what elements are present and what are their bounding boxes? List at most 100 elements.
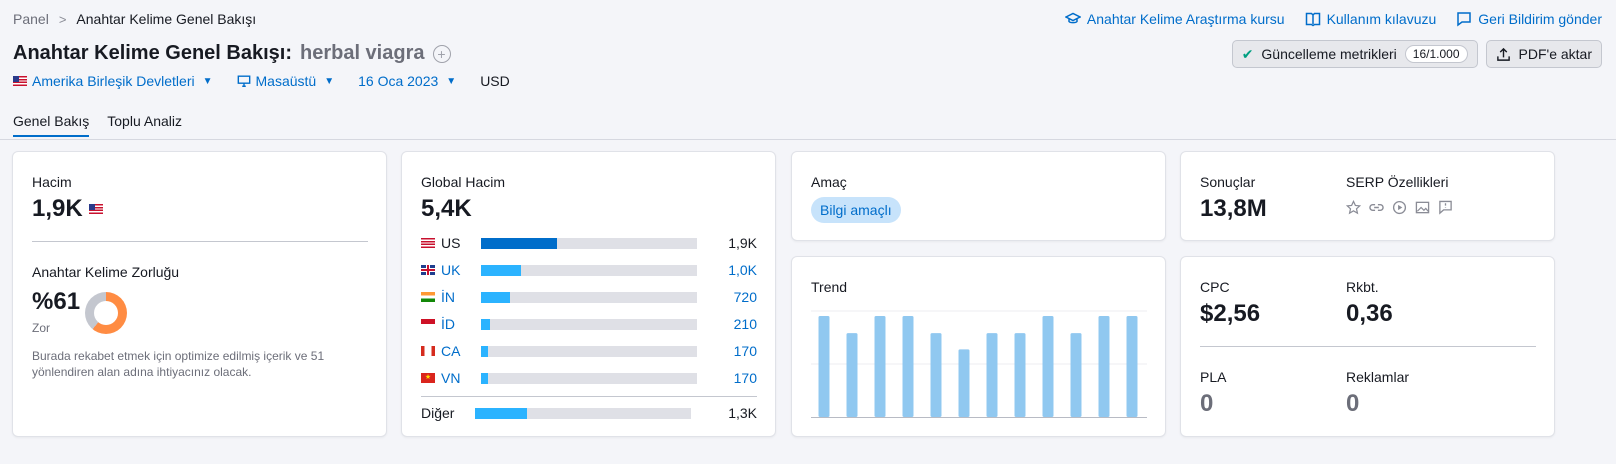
- date-select-label: 16 Oca 2023: [358, 73, 439, 89]
- upload-icon: [1496, 47, 1510, 61]
- trend-chart: [811, 310, 1147, 418]
- competition-label: Rkbt.: [1346, 279, 1379, 295]
- feedback-link-label: Geri Bildirim gönder: [1478, 11, 1602, 27]
- id-flag-icon: [421, 319, 435, 329]
- global-volume-row-id[interactable]: İD 210: [421, 315, 757, 333]
- other-volume: 1,3K: [728, 405, 757, 421]
- update-metrics-label: Güncelleme metrikleri: [1261, 46, 1397, 62]
- ads-value: 0: [1346, 390, 1360, 417]
- trend-bar[interactable]: [930, 333, 942, 417]
- global-volume-row-in[interactable]: İN 720: [421, 288, 757, 306]
- feedback-link[interactable]: Geri Bildirim gönder: [1456, 11, 1602, 27]
- volume-bar-track: [481, 237, 697, 249]
- link-icon[interactable]: [1369, 200, 1384, 215]
- global-volume-label: Global Hacim: [421, 174, 506, 190]
- volume-bar-track: [481, 264, 697, 276]
- cpc-label: CPC: [1200, 279, 1230, 295]
- course-link[interactable]: Anahtar Kelime Araştırma kursu: [1064, 11, 1285, 27]
- results-value: 13,8M: [1200, 195, 1267, 222]
- trend-bar[interactable]: [1098, 316, 1110, 417]
- manual-link-label: Kullanım kılavuzu: [1326, 11, 1437, 27]
- ads-label: Reklamlar: [1346, 369, 1410, 385]
- intent-card: Amaç Bilgi amaçlı: [791, 151, 1166, 241]
- play-icon[interactable]: [1392, 200, 1407, 215]
- country-select[interactable]: Amerika Birleşik Devletleri ▼: [13, 73, 213, 89]
- trend-card: Trend: [791, 256, 1166, 437]
- other-label: Diğer: [421, 405, 455, 421]
- vn-flag-icon: ★: [421, 373, 435, 383]
- volume-value: 1,9K: [32, 195, 103, 223]
- trend-bar[interactable]: [958, 349, 970, 417]
- date-select[interactable]: 16 Oca 2023 ▼: [358, 73, 456, 89]
- tabs: Genel Bakış Toplu Analiz: [13, 113, 182, 137]
- divider: [421, 396, 757, 397]
- volume-bar-fill: [475, 407, 527, 419]
- cpc-value: $2,56: [1200, 300, 1261, 327]
- desktop-icon: [237, 75, 250, 87]
- intent-label: Amaç: [811, 174, 847, 190]
- faq-icon[interactable]: [1438, 200, 1453, 215]
- kd-donut-chart: [85, 292, 127, 334]
- breadcrumb-separator-icon: >: [58, 11, 67, 27]
- device-select[interactable]: Masaüstü ▼: [237, 73, 334, 89]
- trend-bar[interactable]: [818, 316, 830, 417]
- kd-description: Burada rekabet etmek için optimize edilm…: [32, 349, 325, 379]
- volume-bar-fill: [481, 291, 511, 303]
- volume-bar-fill: [481, 237, 557, 249]
- tab-overview[interactable]: Genel Bakış: [13, 113, 90, 137]
- global-volume-row-ca[interactable]: CA 170: [421, 342, 757, 360]
- country-volume: 170: [733, 343, 757, 359]
- volume-bar-fill: [481, 372, 488, 384]
- trend-bar[interactable]: [1042, 316, 1054, 417]
- page-title: Anahtar Kelime Genel Bakışı: herbal viag…: [13, 42, 451, 65]
- global-volume-card: Global Hacim 5,4K US 1,9K UK 1,0K İN 720 İD 210…: [401, 151, 776, 437]
- trend-bar[interactable]: [1126, 316, 1138, 417]
- country-volume: 720: [733, 289, 757, 305]
- kd-value: %61: [32, 288, 81, 315]
- update-count-badge: 16/1.000: [1404, 45, 1468, 63]
- manual-link[interactable]: Kullanım kılavuzu: [1305, 11, 1437, 27]
- country-select-label: Amerika Birleşik Devletleri: [32, 73, 195, 89]
- trend-bar[interactable]: [874, 316, 886, 417]
- image-icon[interactable]: [1415, 200, 1430, 215]
- update-metrics-button[interactable]: ✔ Güncelleme metrikleri 16/1.000: [1231, 40, 1478, 68]
- trend-bar[interactable]: [902, 316, 914, 417]
- trend-label: Trend: [811, 279, 848, 295]
- intent-badge: Bilgi amaçlı: [811, 197, 901, 223]
- serp-features-icons: [1346, 200, 1453, 215]
- country-code: US: [441, 235, 461, 251]
- kd-label: Anahtar Kelime Zorluğu: [32, 264, 180, 280]
- check-icon: ✔: [1241, 45, 1254, 62]
- global-volume-row-vn[interactable]: ★ VN 170: [421, 369, 757, 387]
- star-icon[interactable]: [1346, 200, 1361, 215]
- country-code: İD: [441, 316, 455, 332]
- trend-bar[interactable]: [1014, 333, 1026, 417]
- uk-flag-icon: [421, 265, 435, 275]
- trend-bar[interactable]: [986, 333, 998, 417]
- device-select-label: Masaüstü: [255, 73, 317, 89]
- cpc-card: CPC $2,56 Rkbt. 0,36 PLA 0 Reklamlar 0: [1180, 256, 1555, 437]
- page-header: Panel > Anahtar Kelime Genel Bakışı Anah…: [0, 0, 1616, 140]
- tab-bulk-analysis[interactable]: Toplu Analiz: [107, 113, 182, 137]
- country-volume: 1,0K: [728, 262, 757, 278]
- add-keyword-icon[interactable]: +: [432, 44, 451, 63]
- divider: [1200, 346, 1536, 347]
- breadcrumb-root[interactable]: Panel: [13, 11, 49, 27]
- in-flag-icon: [421, 292, 435, 302]
- global-volume-row-uk[interactable]: UK 1,0K: [421, 261, 757, 279]
- pla-label: PLA: [1200, 369, 1227, 385]
- country-volume: 210: [733, 316, 757, 332]
- us-flag-icon: [88, 204, 103, 214]
- global-volume-row-other: Diğer 1,3K: [421, 404, 757, 422]
- country-code: İN: [441, 289, 455, 305]
- ca-flag-icon: [421, 346, 435, 356]
- serp-features-label: SERP Özellikleri: [1346, 174, 1449, 190]
- trend-bar[interactable]: [846, 333, 858, 417]
- volume-number: 1,9K: [32, 195, 83, 222]
- keyword-text: herbal viagra: [299, 42, 425, 64]
- us-flag-icon: [13, 76, 27, 86]
- competition-value: 0,36: [1346, 300, 1393, 327]
- trend-bar[interactable]: [1070, 333, 1082, 417]
- export-pdf-button[interactable]: PDF'e aktar: [1485, 40, 1602, 68]
- us-flag-icon: [421, 238, 435, 248]
